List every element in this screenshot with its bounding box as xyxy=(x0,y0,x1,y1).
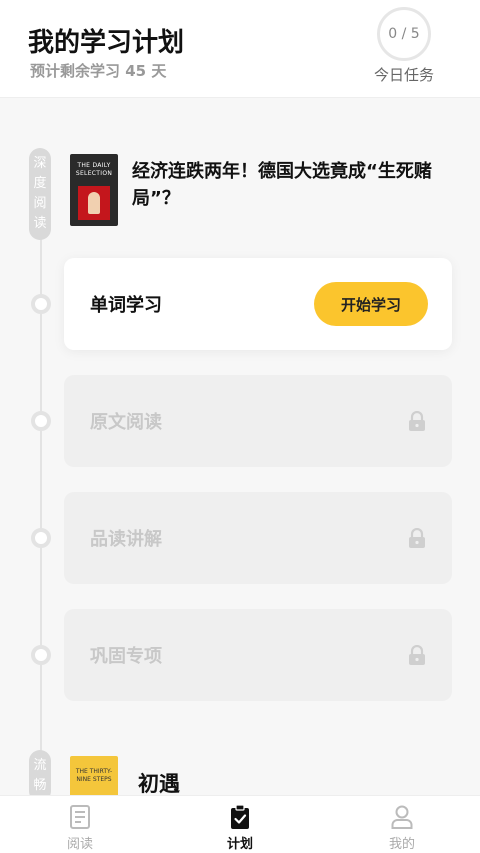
timeline-dot xyxy=(31,411,51,431)
tab-reading[interactable]: 阅读 xyxy=(20,796,140,853)
timeline-dot xyxy=(31,294,51,314)
lock-icon xyxy=(409,528,425,548)
daily-task-label: 今日任务 xyxy=(373,66,434,84)
step-label: 单词学习 xyxy=(90,295,162,316)
section-tag-fluent: 流畅 xyxy=(29,750,51,795)
tab-label: 我的 xyxy=(388,837,415,852)
book-cover-text: THE DAILY SELECTION xyxy=(75,162,113,177)
page-title: 我的学习计划 xyxy=(28,28,185,58)
book-title[interactable]: 经济连跌两年！德国大选竟成“生死赌局”？ xyxy=(132,158,462,212)
daily-task-progress-text: 0 / 5 xyxy=(388,26,420,42)
book-cover-thirty-nine-steps[interactable]: THE THIRTY-NINE STEPS xyxy=(70,756,118,795)
step-label: 巩固专项 xyxy=(90,646,162,667)
bottom-tab-bar: 阅读 计划 我的 xyxy=(0,795,480,853)
book-title[interactable]: 初遇 xyxy=(138,768,180,795)
step-label: 品读讲解 xyxy=(90,529,162,550)
tab-label: 阅读 xyxy=(66,837,93,852)
timeline-dot xyxy=(31,645,51,665)
daily-task-progress-ring[interactable]: 0 / 5 xyxy=(377,7,431,61)
step-card-explanation[interactable]: 品读讲解 xyxy=(64,492,452,584)
reading-icon xyxy=(70,805,90,829)
section-tag-deep-reading: 深度阅读 xyxy=(29,148,51,240)
book-cover-daily-selection[interactable]: THE DAILY SELECTION xyxy=(70,154,118,226)
tab-label: 计划 xyxy=(226,837,253,852)
tab-plan[interactable]: 计划 xyxy=(180,796,300,853)
start-learning-button[interactable]: 开始学习 xyxy=(314,282,428,326)
timeline-dot xyxy=(31,528,51,548)
section-tag-text: 流畅 xyxy=(33,758,47,793)
header: 我的学习计划 预计剩余学习 45 天 0 / 5 今日任务 xyxy=(0,0,480,98)
step-label: 原文阅读 xyxy=(90,412,162,433)
book-cover-text: THE THIRTY-NINE STEPS xyxy=(75,768,113,783)
step-card-consolidation[interactable]: 巩固专项 xyxy=(64,609,452,701)
cover-figure xyxy=(88,192,100,214)
plan-clipboard-icon xyxy=(231,804,249,829)
step-card-vocabulary[interactable]: 单词学习 开始学习 xyxy=(64,258,452,350)
plan-content[interactable]: 深度阅读 THE DAILY SELECTION 经济连跌两年！德国大选竟成“生… xyxy=(0,98,480,795)
profile-icon xyxy=(391,805,413,829)
remaining-days-subtitle: 预计剩余学习 45 天 xyxy=(30,62,167,80)
section-tag-text: 深度阅读 xyxy=(33,156,47,231)
step-card-original-reading[interactable]: 原文阅读 xyxy=(64,375,452,467)
lock-icon xyxy=(409,411,425,431)
timeline-line xyxy=(40,162,42,795)
tab-profile[interactable]: 我的 xyxy=(342,796,462,853)
lock-icon xyxy=(409,645,425,665)
